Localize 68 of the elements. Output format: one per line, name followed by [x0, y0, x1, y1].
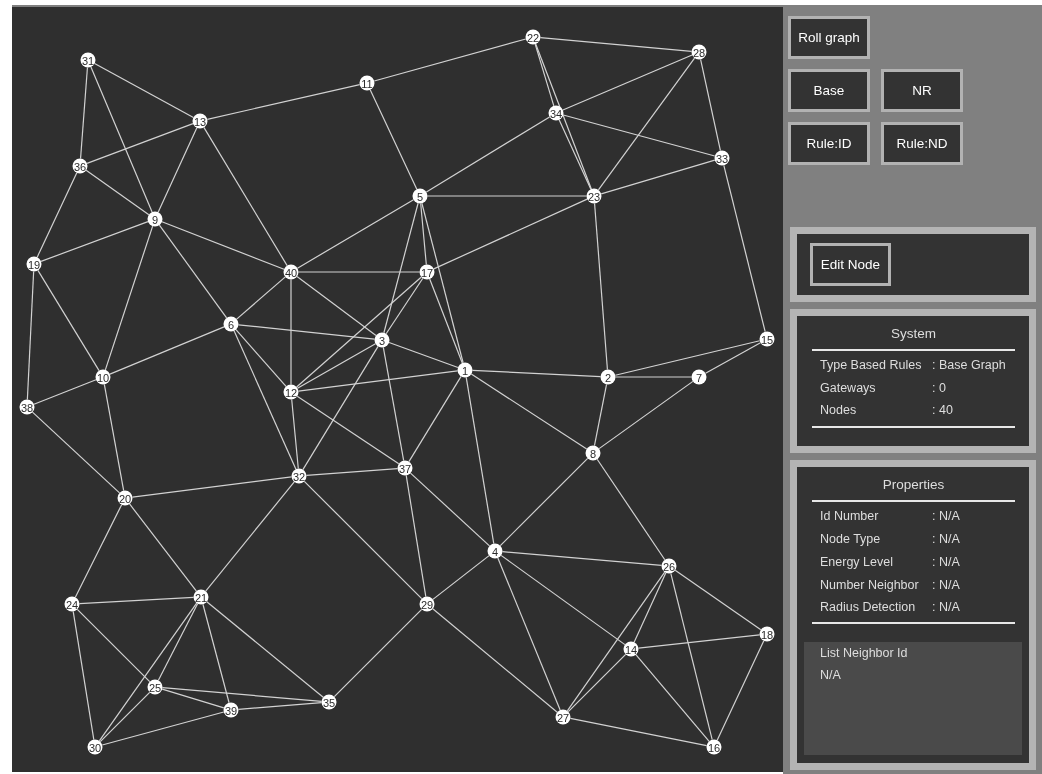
list-title: List Neighbor Id	[820, 644, 908, 662]
action-button[interactable]: Rule:ID	[788, 122, 870, 165]
graph-node: 19	[26, 256, 42, 272]
graph-node: 37	[397, 460, 413, 476]
graph-node: 15	[759, 331, 775, 347]
graph-node: 12	[283, 384, 299, 400]
graph-edge	[432, 555, 490, 600]
graph-node: 16	[706, 739, 722, 755]
graph-node: 9	[147, 211, 163, 227]
property-value: : 40	[932, 403, 953, 418]
action-button[interactable]: NR	[881, 69, 963, 112]
graph-node: 10	[95, 369, 111, 385]
graph-node: 2	[600, 369, 616, 385]
property-label: Energy Level	[820, 554, 894, 569]
property-value: : N/A	[932, 509, 960, 524]
graph-node: 34	[548, 105, 564, 121]
graph-node: 3	[374, 332, 390, 348]
action-button[interactable]: Roll graph	[788, 16, 870, 59]
graph-node: 20	[117, 490, 133, 506]
property-label: Radius Detection	[820, 600, 917, 615]
graph-node: 18	[759, 626, 775, 642]
property-value: : 0	[932, 380, 946, 395]
graph-node: 21	[193, 589, 209, 605]
graph-node: 35	[321, 694, 337, 710]
graph-node: 30	[87, 739, 103, 755]
graph-node: 26	[661, 558, 677, 574]
panel-title: System	[891, 325, 936, 343]
graph-node: 7	[691, 369, 707, 385]
graph-node: 13	[192, 113, 208, 129]
property-value: : Base Graph	[932, 358, 1006, 373]
graph-node: 4	[487, 543, 503, 559]
property-value: : N/A	[932, 532, 960, 547]
property-label: Number Neighbor	[820, 577, 920, 592]
property-value: : N/A	[932, 554, 960, 569]
action-button[interactable]: Base	[788, 69, 870, 112]
graph-node: 14	[623, 641, 639, 657]
property-label: Type Based Rules	[820, 358, 923, 373]
graph-node: 24	[64, 596, 80, 612]
graph-node: 8	[585, 445, 601, 461]
graph-node: 25	[147, 679, 163, 695]
graph-node: 1	[457, 362, 473, 378]
graph-node: 29	[419, 596, 435, 612]
graph-node: 32	[291, 468, 307, 484]
graph-node: 6	[223, 316, 239, 332]
graph-node: 5	[412, 188, 428, 204]
graph-node: 36	[72, 158, 88, 174]
graph-node: 22	[525, 29, 541, 45]
edit-node-button[interactable]: Edit Node	[810, 243, 891, 286]
property-label: Id Number	[820, 509, 880, 524]
action-button[interactable]: Rule:ND	[881, 122, 963, 165]
graph-node: 17	[419, 264, 435, 280]
graph-node: 31	[80, 52, 96, 68]
graph-node: 11	[359, 75, 375, 91]
panel-title: Properties	[882, 476, 945, 494]
graph-node: 27	[555, 709, 571, 725]
graph-node: 28	[691, 44, 707, 60]
property-label: Node Type	[820, 532, 882, 547]
property-value: : N/A	[932, 577, 960, 592]
graph-node: 23	[586, 188, 602, 204]
graph-node: 33	[714, 150, 730, 166]
property-label: Gateways	[820, 380, 877, 395]
property-value: : N/A	[932, 600, 960, 615]
graph-node: 40	[283, 264, 299, 280]
graph-edge	[236, 276, 286, 320]
graph-node: 38	[19, 399, 35, 415]
graph-node: 39	[223, 702, 239, 718]
property-label: Nodes	[820, 403, 858, 418]
list-value: N/A	[820, 667, 841, 685]
